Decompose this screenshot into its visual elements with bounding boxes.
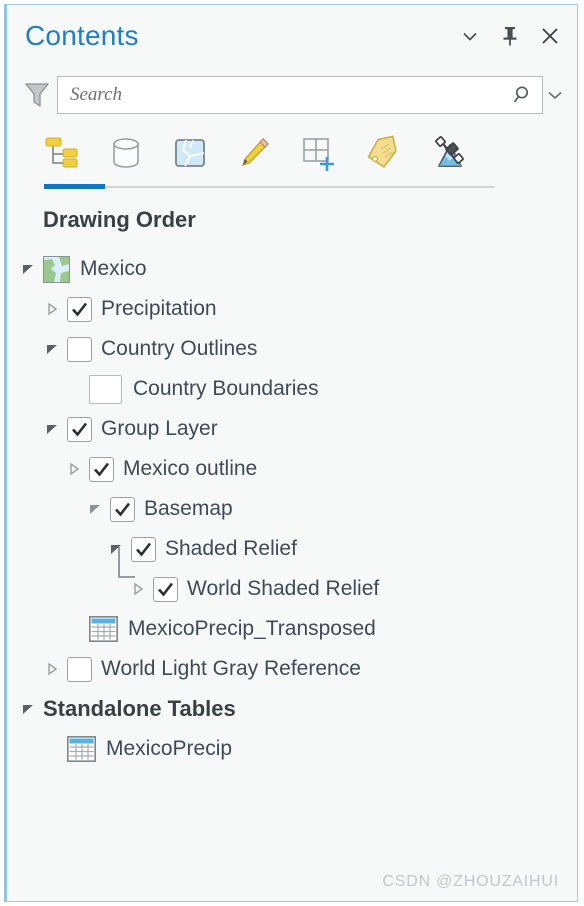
standalone-tables-heading-row[interactable]: Standalone Tables <box>7 689 577 729</box>
visibility-checkbox[interactable] <box>67 416 92 442</box>
list-by-selection-icon[interactable] <box>169 132 211 174</box>
twisty-expanded-icon[interactable] <box>84 498 106 520</box>
toolbar-scroll-track[interactable] <box>7 183 577 193</box>
twisty-collapsed-icon[interactable] <box>41 298 63 320</box>
tree-item-label: Mexico outline <box>123 457 258 480</box>
tree-item-label: MexicoPrecip_Transposed <box>128 617 376 640</box>
page-title: Contents <box>25 20 139 51</box>
tree-item-basemap[interactable]: Basemap <box>7 489 577 529</box>
tree-item-mexicoprecip[interactable]: MexicoPrecip <box>7 729 577 769</box>
visibility-checkbox[interactable] <box>131 536 156 562</box>
visibility-checkbox[interactable] <box>67 296 92 322</box>
search-magnifier-icon[interactable] <box>510 82 536 108</box>
twisty-expanded-icon[interactable] <box>105 538 127 560</box>
watermark: CSDN @ZHOUZAIHUI <box>382 873 559 890</box>
tree-item-world-shaded-relief[interactable]: World Shaded Relief <box>7 547 577 609</box>
list-by-data-source-icon[interactable] <box>105 132 147 174</box>
tree-item-label: World Shaded Relief <box>187 577 380 600</box>
list-by-labeling-icon[interactable] <box>361 132 403 174</box>
search-box[interactable] <box>57 76 543 114</box>
search-options-chevron-icon[interactable] <box>543 82 567 108</box>
search-row <box>7 67 577 123</box>
tree-item-mexicoprecip-transposed[interactable]: MexicoPrecip_Transposed <box>7 609 577 649</box>
twisty-collapsed-icon[interactable] <box>63 458 85 480</box>
tree-item-label: MexicoPrecip <box>106 737 233 760</box>
tree-item-label: Mexico <box>80 257 147 280</box>
active-tab-indicator <box>44 184 105 189</box>
twisty-expanded-icon[interactable] <box>17 698 39 720</box>
tree-item-country-outlines[interactable]: Country Outlines <box>7 329 577 369</box>
search-input[interactable] <box>70 84 510 106</box>
twisty-collapsed-icon[interactable] <box>41 658 63 680</box>
contents-tree[interactable]: Drawing Order Mexico Precipitation Count… <box>7 193 577 901</box>
table-icon <box>89 616 118 642</box>
tree-item-world-light-gray-reference[interactable]: World Light Gray Reference <box>7 649 577 689</box>
twisty-collapsed-icon[interactable] <box>127 578 149 600</box>
map-thumbnail-icon <box>43 255 70 283</box>
tree-item-label: Country Boundaries <box>133 377 319 400</box>
contents-pane: Contents Search Drawing Order Mexico Pre… <box>4 4 578 902</box>
table-icon <box>67 736 96 762</box>
list-by-editing-icon[interactable] <box>233 132 275 174</box>
drawing-order-heading: Drawing Order <box>43 207 196 232</box>
pin-icon[interactable] <box>497 23 523 49</box>
tree-item-label: Precipitation <box>101 297 217 320</box>
visibility-checkbox[interactable] <box>110 496 135 522</box>
twisty-placeholder <box>63 378 85 400</box>
tree-item-mexico-outline[interactable]: Mexico outline <box>7 449 577 489</box>
standalone-tables-heading: Standalone Tables <box>43 696 236 721</box>
visibility-checkbox[interactable] <box>67 336 92 362</box>
tree-item-label: World Light Gray Reference <box>101 657 361 680</box>
scroll-track-line <box>44 186 494 188</box>
tree-item-label: Group Layer <box>101 417 218 440</box>
close-icon[interactable] <box>537 23 563 49</box>
tree-item-country-boundaries[interactable]: Country Boundaries <box>7 369 577 409</box>
visibility-checkbox[interactable] <box>67 656 92 682</box>
list-by-diagram-icon[interactable] <box>425 132 467 174</box>
visibility-checkbox[interactable] <box>153 576 178 602</box>
twisty-placeholder <box>41 738 63 760</box>
list-by-snapping-icon[interactable] <box>297 132 339 174</box>
pane-header: Contents <box>7 5 577 67</box>
visibility-checkbox[interactable] <box>89 456 114 482</box>
tree-item-label: Shaded Relief <box>165 537 297 560</box>
twisty-expanded-icon[interactable] <box>17 258 39 280</box>
list-by-toolbar <box>7 123 577 183</box>
tree-item-group-layer[interactable]: Group Layer <box>7 409 577 449</box>
tree-item-label: Country Outlines <box>101 337 258 360</box>
symbol-swatch[interactable] <box>89 374 122 404</box>
tree-item-shaded-relief[interactable]: Shaded Relief <box>7 529 577 569</box>
menu-chevron-icon[interactable] <box>457 23 483 49</box>
twisty-placeholder <box>63 618 85 640</box>
twisty-expanded-icon[interactable] <box>41 418 63 440</box>
twisty-expanded-icon[interactable] <box>41 338 63 360</box>
tree-item-precipitation[interactable]: Precipitation <box>7 289 577 329</box>
tree-item-mexico[interactable]: Mexico <box>7 249 577 289</box>
list-by-drawing-order-icon[interactable] <box>41 132 83 174</box>
tree-item-label: Basemap <box>144 497 233 520</box>
header-buttons <box>457 23 563 49</box>
filter-funnel-icon[interactable] <box>17 76 57 114</box>
